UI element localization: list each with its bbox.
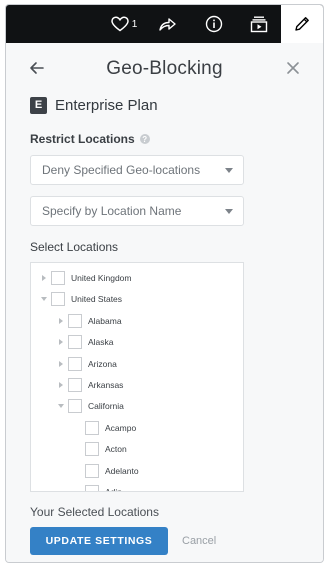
toggle-triangle bbox=[41, 297, 47, 302]
location-checkbox[interactable] bbox=[51, 271, 65, 285]
location-checkbox[interactable] bbox=[85, 420, 99, 435]
page-title: Geo-Blocking bbox=[106, 58, 223, 79]
location-label: United Kingdom bbox=[71, 273, 132, 283]
location-label: Alabama bbox=[88, 315, 122, 326]
toggle-spacer bbox=[74, 488, 82, 491]
toggle-triangle bbox=[59, 360, 63, 367]
restrict-locations-label: Restrict Locations ? bbox=[30, 132, 150, 146]
toggle-triangle bbox=[58, 404, 64, 409]
plan-name: Enterprise Plan bbox=[55, 96, 158, 114]
tree-node[interactable]: Alabama bbox=[57, 313, 122, 329]
location-checkbox[interactable] bbox=[85, 463, 99, 478]
location-label: United States bbox=[71, 294, 123, 305]
restriction-mode-select[interactable]: Deny Specified Geo-locations bbox=[30, 155, 244, 185]
toggle-spacer bbox=[74, 424, 82, 432]
footer-actions: UPDATE SETTINGS Cancel bbox=[6, 517, 323, 562]
pencil-icon bbox=[295, 17, 309, 31]
update-settings-button[interactable]: UPDATE SETTINGS bbox=[30, 527, 168, 555]
close-button[interactable] bbox=[282, 57, 304, 79]
tree-node[interactable]: Arkansas bbox=[57, 377, 123, 393]
dropdown-caret-icon bbox=[225, 168, 233, 173]
location-label: Arizona bbox=[88, 358, 117, 369]
dropdown-caret-icon bbox=[225, 209, 233, 214]
restrict-locations-text: Restrict Locations bbox=[30, 132, 135, 146]
geo-blocking-window: 1 Geo-Blocking E Enterprise Plan Restric… bbox=[5, 4, 324, 563]
info-button[interactable] bbox=[195, 5, 233, 43]
location-label: Adelanto bbox=[105, 465, 139, 476]
location-checkbox[interactable] bbox=[68, 313, 82, 328]
close-icon bbox=[287, 62, 299, 74]
expand-toggle-icon[interactable] bbox=[57, 317, 65, 325]
collection-icon bbox=[250, 16, 268, 33]
location-label: Acton bbox=[105, 444, 127, 455]
panel-header: Geo-Blocking bbox=[6, 43, 323, 95]
plan-indicator: E Enterprise Plan bbox=[30, 95, 158, 115]
location-label: Adin bbox=[105, 487, 123, 492]
collapse-toggle-icon[interactable] bbox=[57, 402, 65, 410]
toggle-spacer bbox=[74, 467, 82, 475]
location-checkbox[interactable] bbox=[68, 378, 82, 392]
location-checkbox[interactable] bbox=[68, 356, 82, 371]
share-button[interactable] bbox=[148, 5, 186, 43]
plan-badge: E bbox=[30, 96, 47, 114]
collection-button[interactable] bbox=[240, 5, 278, 43]
like-count: 1 bbox=[131, 18, 138, 30]
toggle-triangle bbox=[59, 317, 63, 324]
tree-node[interactable]: California bbox=[57, 398, 124, 414]
tree-node[interactable]: United Kingdom bbox=[40, 270, 131, 286]
location-method-value: Specify by Location Name bbox=[42, 204, 182, 218]
toggle-triangle bbox=[59, 339, 63, 346]
location-tree[interactable]: United Kingdom United States Alabama Alaska… bbox=[30, 262, 244, 492]
select-locations-label: Select Locations bbox=[30, 240, 119, 254]
tree-node[interactable]: Adin bbox=[74, 484, 123, 492]
location-checkbox[interactable] bbox=[68, 335, 82, 350]
cancel-button[interactable]: Cancel bbox=[182, 527, 216, 555]
expand-toggle-icon[interactable] bbox=[40, 274, 48, 282]
tree-node[interactable]: United States bbox=[40, 291, 122, 307]
restriction-mode-value: Deny Specified Geo-locations bbox=[42, 163, 201, 177]
location-label: Arkansas bbox=[88, 380, 124, 390]
tree-node[interactable]: Arizona bbox=[57, 356, 117, 372]
tree-node[interactable]: Acampo bbox=[74, 420, 136, 436]
location-label: California bbox=[88, 401, 124, 412]
help-icon[interactable]: ? bbox=[139, 134, 150, 144]
location-checkbox[interactable] bbox=[51, 292, 65, 307]
toggle-spacer bbox=[74, 445, 82, 453]
edit-button[interactable] bbox=[281, 5, 323, 43]
tree-node[interactable]: Acton bbox=[74, 441, 127, 457]
location-label: Acampo bbox=[105, 422, 137, 433]
top-toolbar: 1 bbox=[6, 5, 323, 43]
tree-node[interactable]: Alaska bbox=[57, 334, 114, 350]
expand-toggle-icon[interactable] bbox=[57, 381, 65, 389]
expand-toggle-icon[interactable] bbox=[57, 338, 65, 346]
collapse-toggle-icon[interactable] bbox=[40, 295, 48, 303]
location-checkbox[interactable] bbox=[85, 442, 99, 457]
expand-toggle-icon[interactable] bbox=[57, 360, 65, 368]
toggle-triangle bbox=[42, 275, 46, 281]
info-icon bbox=[205, 15, 223, 33]
location-method-select[interactable]: Specify by Location Name bbox=[30, 196, 244, 226]
location-label: Alaska bbox=[88, 337, 114, 348]
heart-icon bbox=[110, 16, 129, 32]
toggle-triangle bbox=[59, 382, 63, 388]
location-checkbox[interactable] bbox=[68, 399, 82, 414]
location-checkbox[interactable] bbox=[85, 485, 99, 491]
tree-node[interactable]: Adelanto bbox=[74, 463, 139, 479]
like-button[interactable]: 1 bbox=[102, 5, 146, 43]
share-icon bbox=[159, 18, 176, 31]
